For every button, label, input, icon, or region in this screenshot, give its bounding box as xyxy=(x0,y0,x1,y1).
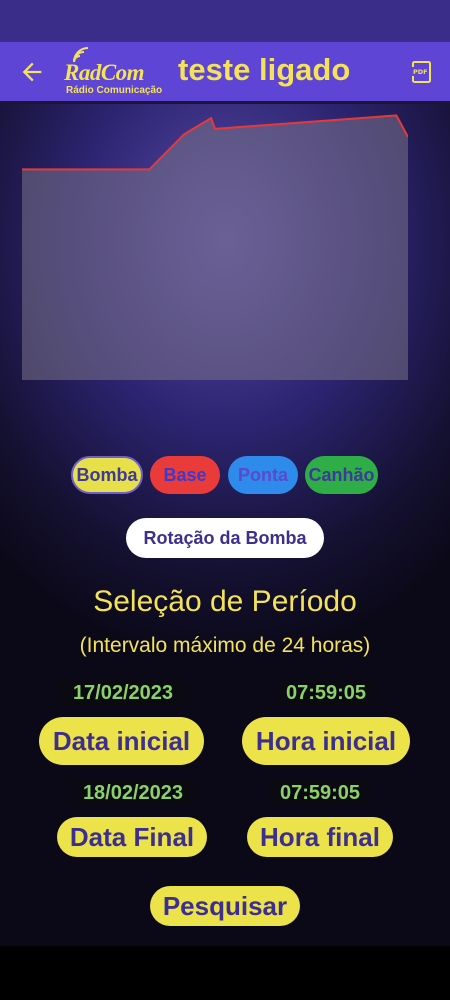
chart-area-fill xyxy=(22,115,408,380)
pdf-icon[interactable]: PDF xyxy=(410,60,434,84)
pdf-icon-label: PDF xyxy=(413,68,428,76)
data-final-value: 18/02/2023 xyxy=(70,780,196,806)
data-inicial-button[interactable]: Data inicial xyxy=(39,717,204,765)
logo-subtitle: Rádio Comunicação xyxy=(66,85,163,96)
hora-inicial-value: 07:59:05 xyxy=(275,680,377,706)
app-bar: RadCom Rádio Comunicação teste ligado PD… xyxy=(0,42,450,104)
period-subtitle: (Intervalo máximo de 24 horas) xyxy=(79,634,371,657)
radcom-logo: RadCom Rádio Comunicação xyxy=(64,47,162,98)
legend-base-button[interactable]: Base xyxy=(150,456,220,494)
pesquisar-button[interactable]: Pesquisar xyxy=(150,886,300,926)
data-final-button[interactable]: Data Final xyxy=(57,817,207,857)
page-title: teste ligado xyxy=(178,52,351,87)
status-bar xyxy=(0,0,450,42)
hora-final-value: 07:59:05 xyxy=(270,780,370,806)
legend-canhao-button[interactable]: Canhão xyxy=(305,456,378,494)
data-inicial-value: 17/02/2023 xyxy=(58,680,188,706)
rotacao-bomba-button[interactable]: Rotação da Bomba xyxy=(126,518,324,558)
logo-brand: RadCom xyxy=(64,60,145,85)
period-title: Seleção de Período xyxy=(93,585,357,618)
hora-final-button[interactable]: Hora final xyxy=(247,817,393,857)
arrow-left-icon[interactable] xyxy=(18,58,46,86)
hora-inicial-button[interactable]: Hora inicial xyxy=(242,717,410,765)
legend-ponta-button[interactable]: Ponta xyxy=(228,456,298,494)
legend-bomba-button[interactable]: Bomba xyxy=(71,456,143,494)
navigation-bar xyxy=(0,946,450,1000)
chart xyxy=(22,114,408,380)
